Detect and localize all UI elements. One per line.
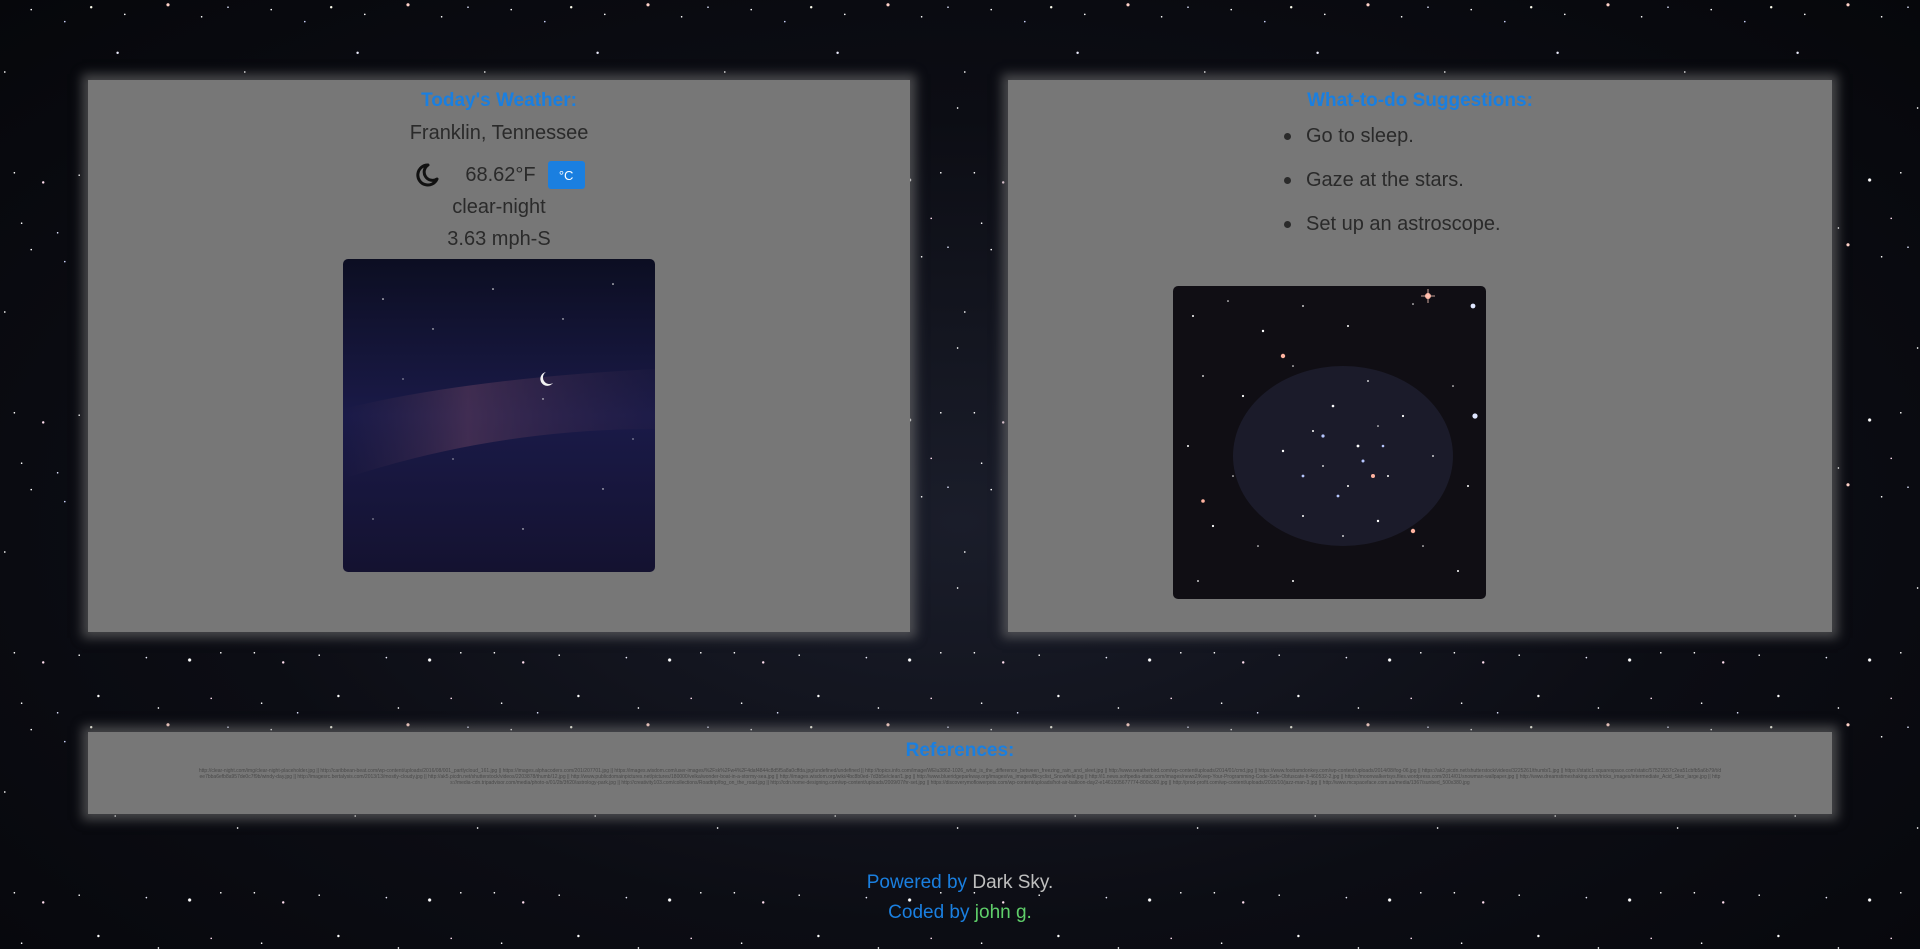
celsius-toggle-button[interactable]: °C — [547, 161, 585, 189]
suggestion-text: Gaze at the stars. — [1306, 169, 1464, 191]
star-cluster-image — [1173, 286, 1486, 599]
references-list: http://clear-night.com/img/clear-night-p… — [198, 768, 1722, 786]
list-item: Go to sleep. — [1284, 124, 1501, 168]
weather-title: Today's Weather: — [421, 90, 577, 111]
suggestions-title: What-to-do Suggestions: — [1307, 90, 1533, 111]
bullet-icon — [1284, 177, 1291, 184]
dark-sky-link[interactable]: Dark Sky. — [972, 872, 1053, 893]
temperature-value: 68.62°F — [465, 163, 536, 186]
temperature-row: 68.62°F °C — [88, 160, 910, 190]
suggestion-text: Go to sleep. — [1306, 125, 1414, 147]
weather-summary: clear-night — [452, 196, 546, 218]
wind-info: 3.63 mph-S — [447, 228, 551, 250]
powered-by-label: Powered by — [866, 872, 968, 893]
references-panel: References: http://clear-night.com/img/c… — [88, 732, 1832, 814]
weather-panel: Today's Weather: Franklin, Tennessee 68.… — [88, 80, 910, 632]
powered-by-line: Powered by Dark Sky. — [0, 868, 1920, 898]
suggestion-text: Set up an astroscope. — [1306, 213, 1501, 235]
suggestions-panel: What-to-do Suggestions: Go to sleep. Gaz… — [1008, 80, 1832, 632]
bullet-icon — [1284, 133, 1291, 140]
location-label: Franklin, Tennessee — [409, 122, 589, 144]
list-item: Gaze at the stars. — [1284, 168, 1501, 212]
footer: Powered by Dark Sky. Coded by john g. — [0, 868, 1920, 928]
references-title: References: — [905, 740, 1015, 761]
moon-crescent-icon — [413, 160, 443, 190]
coded-by-line: Coded by john g. — [0, 898, 1920, 928]
bullet-icon — [1284, 221, 1291, 228]
night-sky-image — [343, 259, 655, 572]
list-item: Set up an astroscope. — [1284, 212, 1501, 256]
coded-by-label: Coded by — [888, 902, 970, 923]
author-link[interactable]: john g. — [975, 902, 1032, 923]
suggestions-list: Go to sleep. Gaze at the stars. Set up a… — [1268, 124, 1501, 256]
